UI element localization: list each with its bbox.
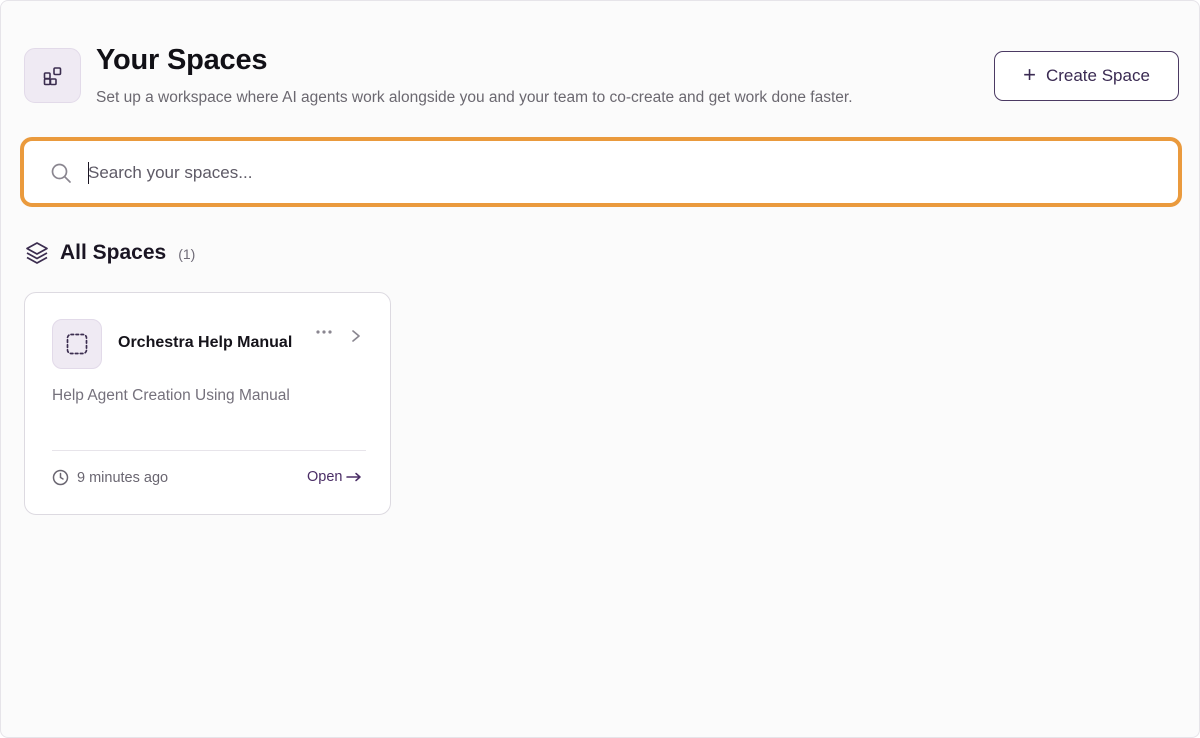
search-field-container <box>26 143 1176 201</box>
open-label: Open <box>307 469 343 485</box>
layers-icon <box>26 242 48 264</box>
card-divider <box>52 450 366 451</box>
dashed-square-icon <box>66 333 88 355</box>
chevron-right-icon[interactable] <box>350 329 362 343</box>
search-icon <box>51 163 71 183</box>
create-space-label: Create Space <box>1045 66 1150 85</box>
space-card[interactable]: Orchestra Help Manual Help Agent Creatio… <box>24 292 391 515</box>
search-bar <box>20 137 1182 207</box>
section-header: All Spaces (1) <box>24 240 195 266</box>
apps-grid-icon <box>43 66 61 85</box>
space-icon-tile <box>52 319 102 369</box>
search-input[interactable] <box>88 153 1168 193</box>
spaces-page: Your Spaces Set up a workspace where AI … <box>0 0 1200 738</box>
section-title: All Spaces <box>60 241 167 264</box>
space-title: Orchestra Help Manual <box>118 334 293 351</box>
more-options-icon[interactable] <box>315 327 333 337</box>
section-count: (1) <box>178 246 196 262</box>
page-title: Your Spaces <box>96 44 268 76</box>
create-space-button[interactable]: + Create Space <box>994 51 1179 101</box>
clock-icon <box>52 469 69 486</box>
space-time-text: 9 minutes ago <box>77 469 169 486</box>
open-space-link[interactable]: Open <box>307 469 362 485</box>
page-subtitle: Set up a workspace where AI agents work … <box>96 89 853 106</box>
space-description: Help Agent Creation Using Manual <box>52 387 290 404</box>
text-caret <box>88 162 89 184</box>
header-icon-tile <box>24 48 81 103</box>
plus-icon: + <box>1023 62 1036 87</box>
arrow-right-icon <box>346 472 362 482</box>
space-timestamp: 9 minutes ago <box>52 469 168 486</box>
